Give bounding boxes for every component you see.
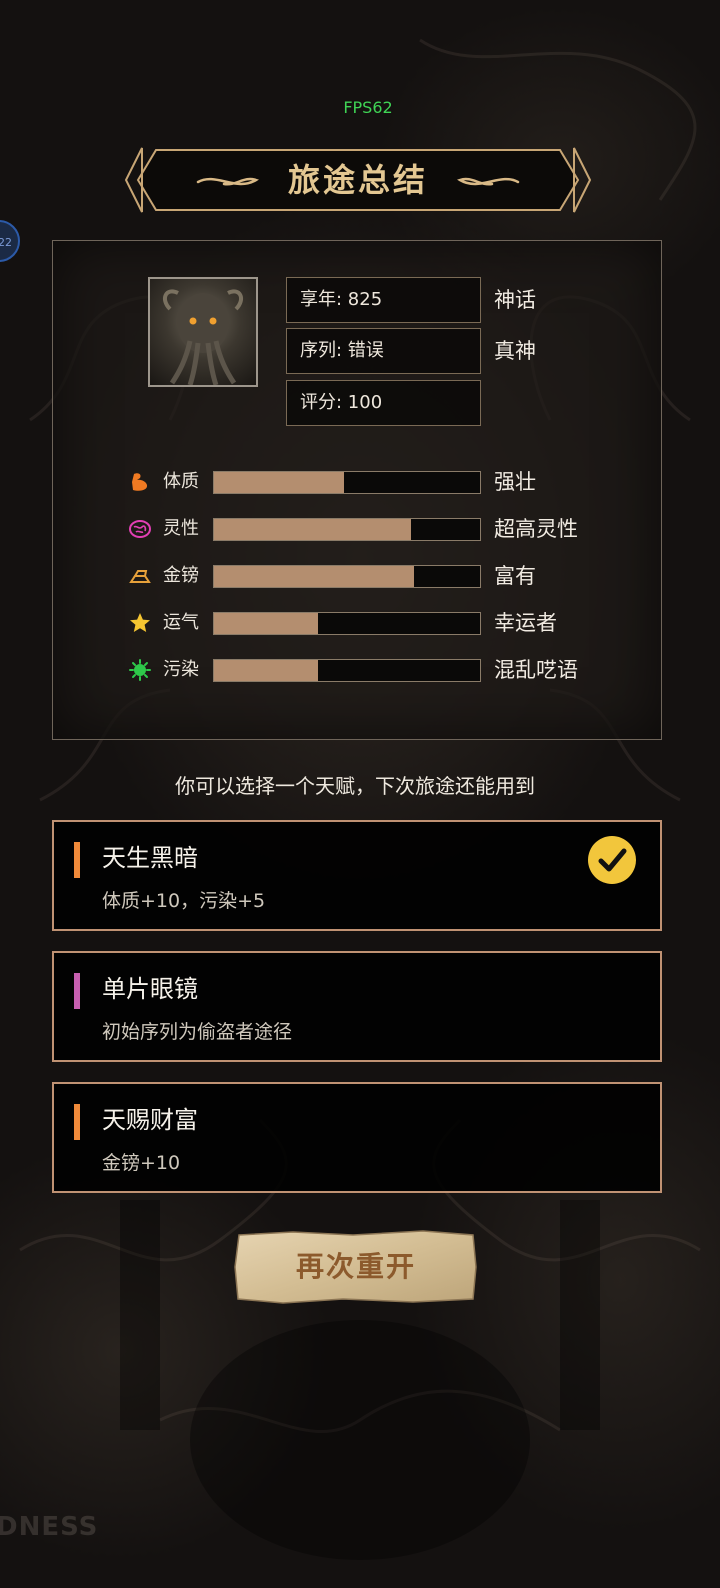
background-watermark: DNESS: [0, 1512, 99, 1542]
stat-fill: [214, 660, 318, 681]
stat-name: 金镑: [163, 565, 199, 586]
restart-label: 再次重开: [295, 1250, 416, 1283]
stat-fill: [214, 566, 414, 587]
selected-check-icon: [588, 836, 636, 884]
fps-counter: FPS62: [343, 98, 393, 117]
gold-bar-icon: [129, 570, 151, 583]
stat-bar: [213, 612, 481, 635]
stat-name: 运气: [163, 612, 199, 633]
talent-card-gifted-wealth[interactable]: 天赐财富 金镑+10: [52, 1082, 662, 1193]
stat-bar: [213, 471, 481, 494]
sequence-rank: 真神: [494, 339, 536, 363]
score-box: 评分: 100: [286, 380, 481, 426]
flexed-arm-icon: [132, 473, 148, 491]
stat-description: 超高灵性: [494, 517, 578, 541]
stat-row-constitution: 体质 强壮: [128, 467, 608, 497]
stat-description: 富有: [494, 564, 536, 588]
stat-row-spirituality: 灵性 超高灵性: [128, 514, 608, 544]
restart-button[interactable]: 再次重开: [233, 1229, 479, 1305]
talent-name: 天生黑暗: [102, 844, 198, 872]
star-icon: [130, 613, 150, 632]
talent-description: 金镑+10: [102, 1152, 181, 1174]
virus-icon: [129, 659, 151, 681]
talent-card-monocle[interactable]: 单片眼镜 初始序列为偷盗者途径: [52, 951, 662, 1062]
character-portrait: [148, 277, 258, 387]
stat-name: 灵性: [163, 518, 199, 539]
stat-bar: [213, 659, 481, 682]
stat-fill: [214, 519, 411, 540]
stat-row-luck: 运气 幸运者: [128, 608, 608, 638]
talent-card-born-dark[interactable]: 天生黑暗 体质+10，污染+5: [52, 820, 662, 931]
sequence-box: 序列: 错误: [286, 328, 481, 374]
talent-prompt: 你可以选择一个天赋，下次旅途还能用到: [175, 774, 535, 798]
floating-assist-button[interactable]: 22: [0, 220, 20, 262]
stat-description: 强壮: [494, 470, 536, 494]
stat-fill: [214, 472, 345, 493]
stat-fill: [214, 613, 318, 634]
talent-name: 天赐财富: [102, 1106, 198, 1134]
age-rank: 神话: [494, 288, 536, 312]
page-title: 旅途总结: [287, 161, 428, 199]
talent-accent-bar: [74, 1104, 80, 1140]
stat-bar: [213, 518, 481, 541]
stat-name: 污染: [163, 659, 199, 680]
talent-accent-bar: [74, 973, 80, 1009]
cthulhu-portrait-icon: [162, 289, 244, 385]
brain-icon: [129, 520, 151, 538]
talent-accent-bar: [74, 842, 80, 878]
talent-description: 体质+10，污染+5: [102, 890, 266, 912]
title-banner: 旅途总结: [124, 146, 592, 214]
stat-row-pounds: 金镑 富有: [128, 561, 608, 591]
talent-name: 单片眼镜: [102, 975, 198, 1003]
stat-row-pollution: 污染 混乱呓语: [128, 655, 608, 685]
stat-name: 体质: [163, 471, 199, 492]
stat-description: 混乱呓语: [494, 658, 578, 682]
age-box: 享年: 825: [286, 277, 481, 323]
stat-bar: [213, 565, 481, 588]
stat-description: 幸运者: [494, 611, 557, 635]
talent-description: 初始序列为偷盗者途径: [102, 1021, 293, 1043]
